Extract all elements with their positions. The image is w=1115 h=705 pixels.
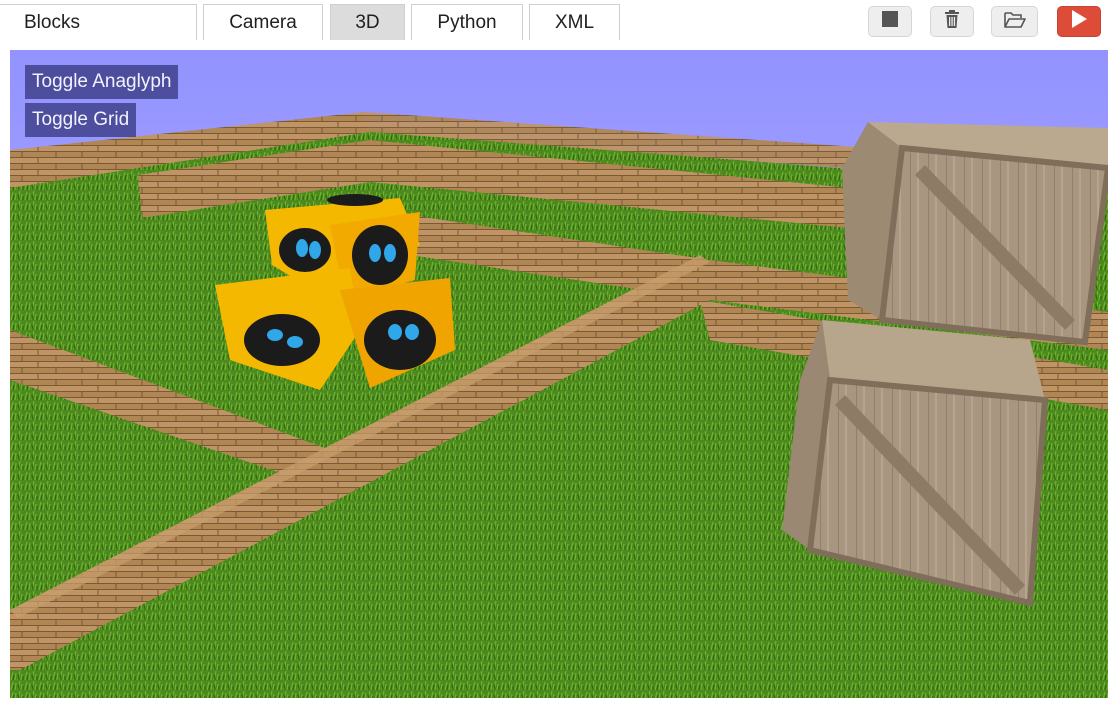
- tab-python[interactable]: Python: [411, 4, 523, 40]
- 3d-viewport[interactable]: Toggle Anaglyph Toggle Grid: [10, 50, 1108, 698]
- delete-button[interactable]: [930, 6, 974, 37]
- tab-camera[interactable]: Camera: [203, 4, 323, 40]
- trash-icon: [944, 10, 960, 33]
- stop-button[interactable]: [868, 6, 912, 37]
- toggle-grid-button[interactable]: Toggle Grid: [25, 103, 137, 137]
- tab-3d[interactable]: 3D: [330, 4, 405, 40]
- tab-blocks[interactable]: Blocks: [0, 4, 197, 40]
- run-button[interactable]: [1057, 6, 1101, 37]
- folder-open-icon: [1003, 11, 1026, 33]
- open-file-button[interactable]: [991, 6, 1038, 37]
- toggle-anaglyph-button[interactable]: Toggle Anaglyph: [25, 65, 179, 99]
- play-icon: [1071, 10, 1087, 33]
- tab-xml[interactable]: XML: [529, 4, 620, 40]
- 3d-scene: [10, 50, 1108, 698]
- stop-icon: [882, 11, 898, 32]
